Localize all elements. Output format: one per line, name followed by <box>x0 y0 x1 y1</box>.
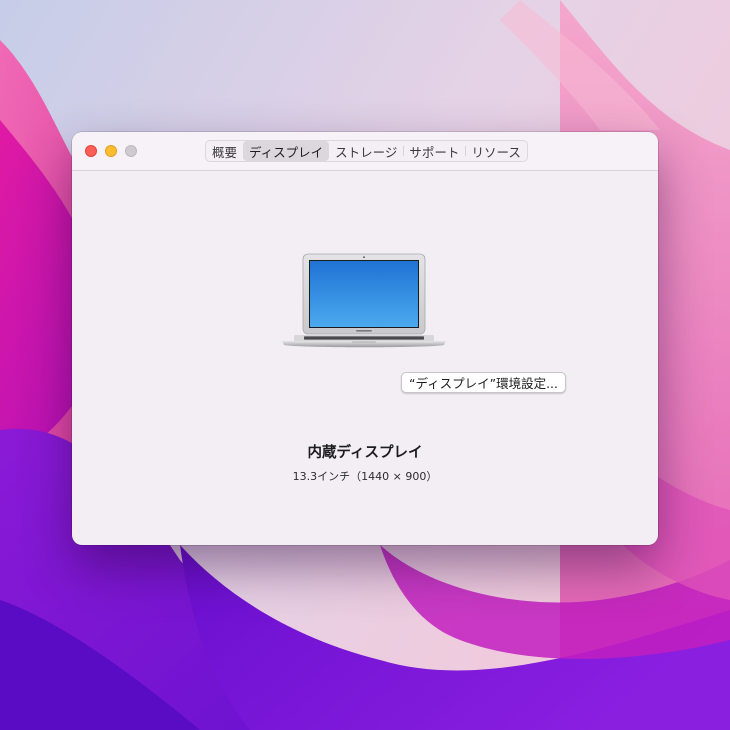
macbook-air-icon <box>282 253 446 348</box>
close-button[interactable] <box>85 145 97 157</box>
tab-bar: 概要 ディスプレイ ストレージ サポート リソース <box>205 140 528 162</box>
zoom-button <box>125 145 137 157</box>
display-size: 13.3インチ（1440 × 900） <box>292 470 438 483</box>
display-preferences-button[interactable]: “ディスプレイ”環境設定... <box>401 372 566 393</box>
display-pane: 内蔵ディスプレイ 13.3インチ（1440 × 900） <box>72 171 658 545</box>
tab-resources[interactable]: リソース <box>465 141 526 161</box>
minimize-button[interactable] <box>105 145 117 157</box>
tab-overview[interactable]: 概要 <box>206 141 243 161</box>
titlebar: 概要 ディスプレイ ストレージ サポート リソース <box>72 132 658 171</box>
display-name: 内蔵ディスプレイ <box>307 445 423 461</box>
about-this-mac-window: 概要 ディスプレイ ストレージ サポート リソース 内蔵ディスプレイ 13.3イ… <box>72 132 658 545</box>
tab-storage[interactable]: ストレージ <box>329 141 403 161</box>
tab-support[interactable]: サポート <box>403 141 465 161</box>
desktop: 概要 ディスプレイ ストレージ サポート リソース 内蔵ディスプレイ 13.3イ… <box>0 0 730 730</box>
tab-display[interactable]: ディスプレイ <box>243 141 330 161</box>
